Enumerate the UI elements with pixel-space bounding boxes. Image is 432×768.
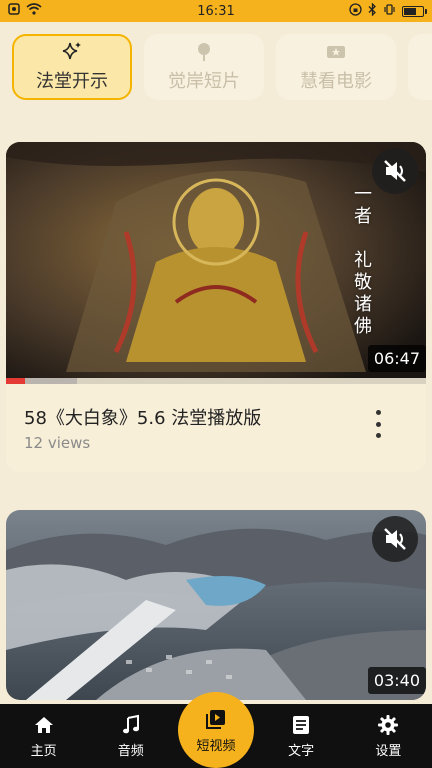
tab-short-films[interactable]: 觉岸短片 bbox=[144, 34, 264, 100]
video-thumbnail[interactable]: 03:40 bbox=[6, 510, 426, 700]
notification-icon bbox=[8, 3, 20, 19]
gear-icon bbox=[378, 714, 399, 735]
nav-audio[interactable]: 音频 bbox=[91, 704, 171, 768]
volume-off-icon bbox=[384, 160, 406, 182]
tab-more-partial[interactable] bbox=[408, 34, 432, 100]
volume-off-icon bbox=[384, 528, 406, 550]
battery-icon bbox=[402, 5, 427, 17]
video-card[interactable]: 03:40 bbox=[6, 510, 426, 700]
status-right bbox=[349, 1, 427, 20]
nav-text[interactable]: 文字 bbox=[261, 704, 341, 768]
dot bbox=[375, 421, 381, 427]
bottom-navigation: 主页 音频 短视频 文字 设置 bbox=[0, 692, 432, 768]
dot bbox=[375, 433, 381, 438]
video-title[interactable]: 58《大白象》5.6 法堂播放版 bbox=[24, 404, 408, 430]
dot bbox=[375, 410, 381, 415]
mute-button[interactable] bbox=[372, 148, 418, 194]
music-note-icon bbox=[122, 714, 139, 733]
video-thumbnail[interactable]: 一者 礼敬诸佛 06:47 bbox=[6, 142, 426, 378]
vibrate-icon bbox=[383, 3, 396, 20]
tab-dharma-talk[interactable]: 法堂开示 bbox=[12, 34, 132, 100]
lock-rotation-icon bbox=[349, 2, 362, 20]
snowy-valley-thumbnail bbox=[6, 510, 426, 700]
wifi-icon bbox=[26, 3, 42, 19]
status-left bbox=[8, 3, 42, 19]
home-icon bbox=[34, 716, 53, 733]
nav-settings[interactable]: 设置 bbox=[348, 704, 428, 768]
nav-label: 短视频 bbox=[196, 738, 236, 754]
video-card[interactable]: 一者 礼敬诸佛 06:47 58《大白象》5.6 法堂播放版 12 views bbox=[6, 142, 426, 472]
film-ticket-icon bbox=[325, 41, 347, 63]
mute-button[interactable] bbox=[372, 516, 418, 562]
status-bar: 16:31 bbox=[0, 0, 432, 22]
more-options-button[interactable] bbox=[370, 410, 386, 438]
tab-label: 觉岸短片 bbox=[168, 71, 240, 92]
video-views: 12 views bbox=[24, 434, 91, 452]
tab-label: 慧看电影 bbox=[300, 71, 372, 92]
video-duration: 03:40 bbox=[367, 667, 426, 694]
sparkles-icon bbox=[61, 41, 83, 63]
nav-label: 文字 bbox=[288, 743, 315, 759]
bluetooth-icon bbox=[368, 1, 377, 20]
nav-home[interactable]: 主页 bbox=[4, 704, 84, 768]
document-icon bbox=[293, 715, 310, 734]
video-playlist-icon bbox=[205, 709, 225, 729]
tab-movies[interactable]: 慧看电影 bbox=[276, 34, 396, 100]
nav-label: 主页 bbox=[30, 743, 57, 759]
video-meta: 58《大白象》5.6 法堂播放版 12 views bbox=[6, 384, 426, 472]
nav-label: 音频 bbox=[117, 743, 144, 759]
tab-label: 法堂开示 bbox=[36, 71, 108, 92]
video-overlay-text: 一者 礼敬诸佛 bbox=[351, 184, 372, 338]
tree-icon bbox=[193, 41, 215, 63]
nav-label: 设置 bbox=[375, 743, 402, 759]
nav-short-video[interactable]: 短视频 bbox=[177, 692, 254, 768]
category-tabs: 法堂开示 觉岸短片 慧看电影 bbox=[0, 22, 432, 118]
video-duration: 06:47 bbox=[367, 345, 426, 372]
